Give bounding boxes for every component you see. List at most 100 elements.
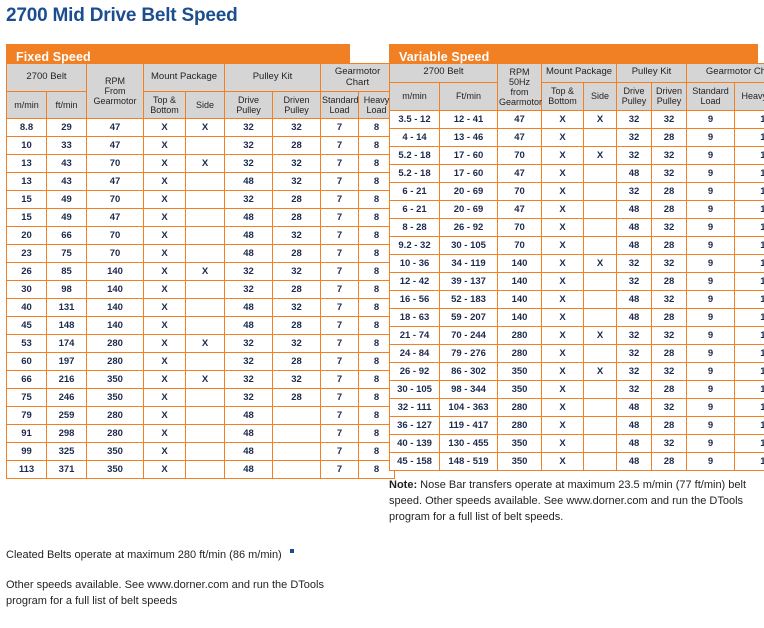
cell-ftmin: 59 - 207: [439, 308, 498, 328]
cell-side: [184, 316, 226, 336]
cell-mmin: 9.2 - 32: [389, 236, 440, 256]
cell-driven-pulley: 32: [651, 434, 688, 454]
cell-mmin: 66: [6, 370, 47, 390]
cell-drive-pulley: 32: [616, 344, 653, 364]
cell-standard-load: 7: [320, 172, 360, 192]
cell-mmin: 6 - 21: [389, 182, 440, 202]
cell-top-bottom: X: [541, 164, 584, 184]
cell-side: [582, 344, 618, 364]
header-driven-pulley: Driven Pulley: [272, 91, 322, 120]
cell-ftmin: 216: [46, 370, 87, 390]
cell-driven-pulley: 28: [272, 190, 322, 210]
cell-standard-load: 9: [686, 398, 736, 418]
cell-standard-load: 7: [320, 388, 360, 408]
cell-side: [582, 380, 618, 400]
cell-standard-load: 9: [686, 272, 736, 292]
cell-side: [184, 136, 226, 156]
cell-side: [184, 244, 226, 264]
cell-mmin: 40 - 139: [389, 434, 440, 454]
cell-rpm: 70: [86, 244, 144, 264]
cell-driven-pulley: 28: [651, 182, 688, 202]
cell-drive-pulley: 48: [616, 308, 653, 328]
cell-standard-load: 9: [686, 362, 736, 382]
cell-top-bottom: X: [541, 236, 584, 256]
cell-rpm: 70: [497, 218, 542, 238]
note-nose-bar-label: Note:: [389, 479, 418, 491]
cell-rpm: 47: [86, 172, 144, 192]
cell-drive-pulley: 32: [616, 128, 653, 148]
table-row: 30 - 10598 - 344350X 3228910: [389, 380, 764, 400]
cell-drive-pulley: 48: [224, 460, 274, 480]
header-drive-pulley-line1: Drive: [238, 95, 260, 106]
cell-drive-pulley: 48: [616, 452, 653, 472]
cell-side: [582, 218, 618, 238]
cell-drive-pulley: 48: [616, 236, 653, 256]
cell-top-bottom: X: [541, 308, 584, 328]
cell-drive-pulley: 32: [616, 326, 653, 346]
header-top-bottom-line2: Bottom: [150, 105, 179, 116]
cell-ftmin: 98: [46, 280, 87, 300]
cell-ftmin: 43: [46, 172, 87, 192]
cell-mmin: 13: [6, 172, 47, 192]
cell-drive-pulley: 48: [224, 442, 274, 462]
blue-dot-mark: [289, 549, 294, 554]
cell-drive-pulley: 48: [224, 316, 274, 336]
cell-rpm: 350: [86, 442, 144, 462]
table-row: 3.5 - 1212 - 4147XX3232910: [389, 110, 764, 130]
cell-driven-pulley: 32: [272, 226, 322, 246]
cell-top-bottom: X: [541, 272, 584, 292]
cell-top-bottom: X: [143, 280, 186, 300]
cell-ftmin: 119 - 417: [439, 416, 498, 436]
cell-drive-pulley: 32: [224, 118, 274, 138]
cell-mmin: 30: [6, 280, 47, 300]
cell-top-bottom: X: [541, 434, 584, 454]
cell-standard-load: 7: [320, 424, 360, 444]
header-pulley-kit: Pulley Kit: [224, 62, 322, 93]
cell-rpm: 350: [497, 452, 542, 472]
cell-side: [582, 398, 618, 418]
cell-top-bottom: X: [143, 406, 186, 426]
table-row: 5.2 - 1817 - 6047X 4832910: [389, 164, 764, 184]
cell-side: [582, 164, 618, 184]
cell-mmin: 45 - 158: [389, 452, 440, 472]
cell-driven-pulley: [272, 442, 322, 462]
cell-driven-pulley: 32: [651, 146, 688, 166]
cell-side: [184, 460, 226, 480]
cell-standard-load: 7: [320, 262, 360, 282]
cell-side: [184, 352, 226, 372]
cell-ftmin: 17 - 60: [439, 164, 498, 184]
cell-side: X: [184, 262, 226, 282]
cell-top-bottom: X: [143, 244, 186, 264]
cell-rpm: 350: [497, 362, 542, 382]
cell-standard-load: 9: [686, 146, 736, 166]
cell-mmin: 32 - 111: [389, 398, 440, 418]
cell-ftmin: 52 - 183: [439, 290, 498, 310]
table-row: 30 98 140 X 32 28 7 8: [6, 280, 396, 300]
header-2700-belt: 2700 Belt: [6, 62, 87, 93]
header-top-bottom-line2: Bottom: [548, 96, 577, 107]
cell-drive-pulley: 32: [224, 154, 274, 174]
table-row: 23 75 70 X 48 28 7 8: [6, 244, 396, 264]
note-other-speeds: Other speeds available. See www.dorner.c…: [6, 579, 324, 607]
cell-ftmin: 33: [46, 136, 87, 156]
table-row: 8.8 29 47 X X 32 32 7 8: [6, 118, 396, 138]
cell-rpm: 70: [86, 190, 144, 210]
cell-top-bottom: X: [143, 154, 186, 174]
cell-drive-pulley: 32: [616, 182, 653, 202]
fixed-speed-table: 2700 Belt RPM From Gearmotor Mount Packa…: [6, 62, 396, 480]
table-row: 13 43 47 X 48 32 7 8: [6, 172, 396, 192]
cell-heavy-load: 10: [734, 452, 764, 472]
cell-top-bottom: X: [541, 218, 584, 238]
cell-heavy-load: 10: [734, 362, 764, 382]
cell-top-bottom: X: [143, 226, 186, 246]
table-row: 26 85 140 X X 32 32 7 8: [6, 262, 396, 282]
cell-top-bottom: X: [541, 254, 584, 274]
cell-standard-load: 7: [320, 298, 360, 318]
variable-header-row-3: m/min Ft/min Top & Bottom Side Drive Pul…: [389, 81, 764, 112]
cell-ftmin: 70 - 244: [439, 326, 498, 346]
header-mount-package: Mount Package: [142, 62, 226, 93]
cell-mmin: 8 - 28: [389, 218, 440, 238]
cell-ftmin: 75: [46, 244, 87, 264]
cell-mmin: 23: [6, 244, 47, 264]
cell-rpm: 280: [86, 406, 144, 426]
